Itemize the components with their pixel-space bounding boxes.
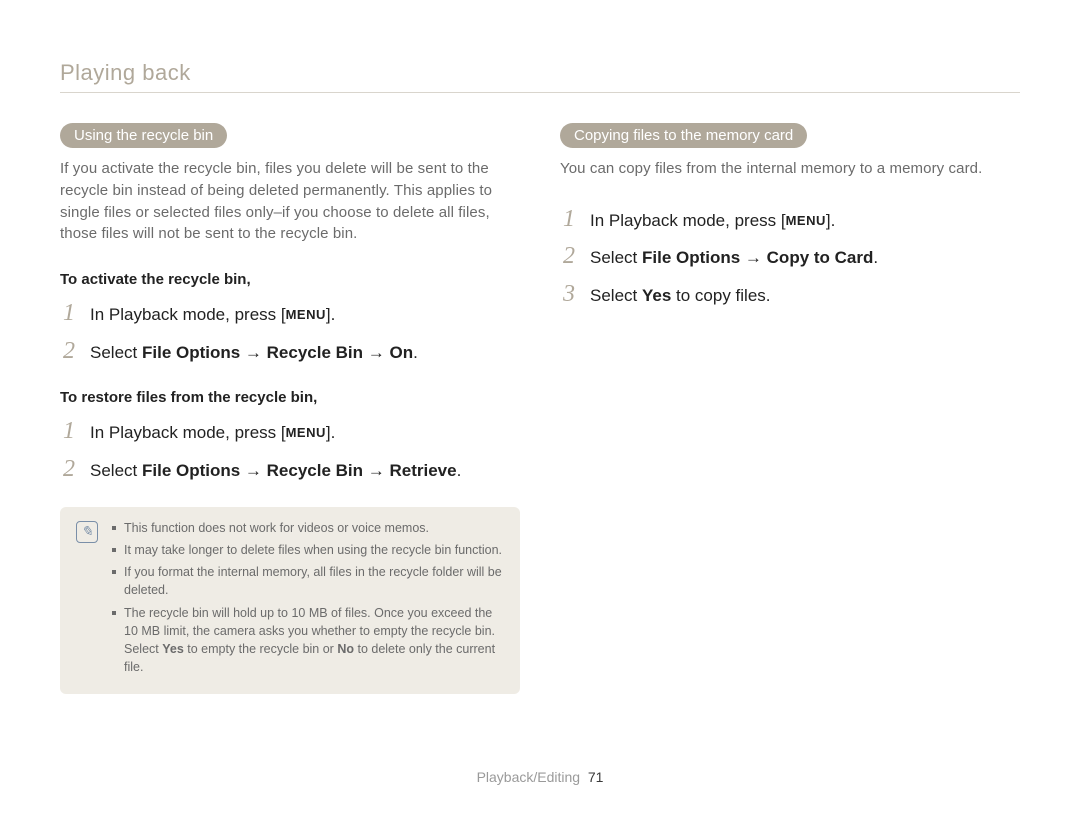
step-row: 1 In Playback mode, press [MENU]. (60, 300, 520, 328)
text: In Playback mode, press [ (90, 423, 286, 442)
step-row: 1 In Playback mode, press [MENU]. (60, 418, 520, 446)
page-number: 71 (588, 769, 604, 785)
step-number: 2 (60, 338, 78, 365)
text: Select (590, 286, 642, 305)
step-row: 1 In Playback mode, press [MENU]. (560, 206, 1020, 234)
activate-steps: 1 In Playback mode, press [MENU]. 2 Sele… (60, 300, 520, 365)
note-item: This function does not work for videos o… (112, 519, 504, 537)
activate-subhead: To activate the recycle bin, (60, 271, 520, 288)
text: ]. (326, 423, 335, 442)
section-pill-copy-card: Copying files to the memory card (560, 123, 807, 148)
copy-steps: 1 In Playback mode, press [MENU]. 2 Sele… (560, 206, 1020, 309)
step-text: Select File Options → Copy to Card. (590, 245, 878, 271)
page-title: Playing back (60, 60, 1020, 93)
text: Select (90, 343, 142, 362)
text: to empty the recycle bin or (184, 642, 338, 656)
restore-subhead: To restore files from the recycle bin, (60, 389, 520, 406)
note-item: It may take longer to delete files when … (112, 541, 504, 559)
manual-page: Playing back Using the recycle bin If yo… (0, 0, 1080, 815)
text-bold: Yes (642, 286, 671, 305)
step-number: 2 (60, 456, 78, 483)
step-row: 3 Select Yes to copy files. (560, 281, 1020, 309)
menu-path: File Options → Recycle Bin → Retrieve (142, 461, 457, 480)
step-text: Select File Options → Recycle Bin → On. (90, 340, 418, 366)
step-row: 2 Select File Options → Copy to Card. (560, 243, 1020, 271)
menu-path: File Options → Recycle Bin → On (142, 343, 413, 362)
step-text: In Playback mode, press [MENU]. (90, 420, 335, 446)
page-footer: Playback/Editing 71 (0, 769, 1080, 785)
text: ]. (326, 305, 335, 324)
note-icon: ✎ (76, 521, 98, 543)
note-list: This function does not work for videos o… (112, 519, 504, 680)
text: Select (90, 461, 142, 480)
step-text: Select File Options → Recycle Bin → Retr… (90, 458, 461, 484)
text: . (413, 343, 418, 362)
step-text: Select Yes to copy files. (590, 283, 771, 309)
section-pill-recycle-bin: Using the recycle bin (60, 123, 227, 148)
step-number: 1 (60, 300, 78, 327)
step-text: In Playback mode, press [MENU]. (90, 302, 335, 328)
note-item: The recycle bin will hold up to 10 MB of… (112, 604, 504, 677)
left-column: Using the recycle bin If you activate th… (60, 123, 520, 694)
step-row: 2 Select File Options → Recycle Bin → Re… (60, 456, 520, 484)
step-row: 2 Select File Options → Recycle Bin → On… (60, 338, 520, 366)
menu-path: File Options → Copy to Card (642, 248, 873, 267)
step-text: In Playback mode, press [MENU]. (590, 208, 835, 234)
text: Select (590, 248, 642, 267)
content-columns: Using the recycle bin If you activate th… (60, 123, 1020, 694)
right-column: Copying files to the memory card You can… (560, 123, 1020, 694)
step-number: 1 (60, 418, 78, 445)
restore-steps: 1 In Playback mode, press [MENU]. 2 Sele… (60, 418, 520, 483)
text: ]. (826, 211, 835, 230)
step-number: 3 (560, 281, 578, 308)
menu-label: MENU (286, 423, 326, 443)
menu-label: MENU (286, 305, 326, 325)
text: . (457, 461, 462, 480)
menu-label: MENU (786, 211, 826, 231)
step-number: 2 (560, 243, 578, 270)
text: to copy files. (671, 286, 770, 305)
recycle-bin-intro: If you activate the recycle bin, files y… (60, 158, 520, 245)
text-bold: Yes (162, 642, 184, 656)
text: In Playback mode, press [ (90, 305, 286, 324)
text: In Playback mode, press [ (590, 211, 786, 230)
note-box: ✎ This function does not work for videos… (60, 507, 520, 694)
text-bold: No (337, 642, 354, 656)
note-item: If you format the internal memory, all f… (112, 563, 504, 599)
copy-card-intro: You can copy files from the internal mem… (560, 158, 1020, 180)
step-number: 1 (560, 206, 578, 233)
text: . (873, 248, 878, 267)
footer-section: Playback/Editing (477, 769, 581, 785)
